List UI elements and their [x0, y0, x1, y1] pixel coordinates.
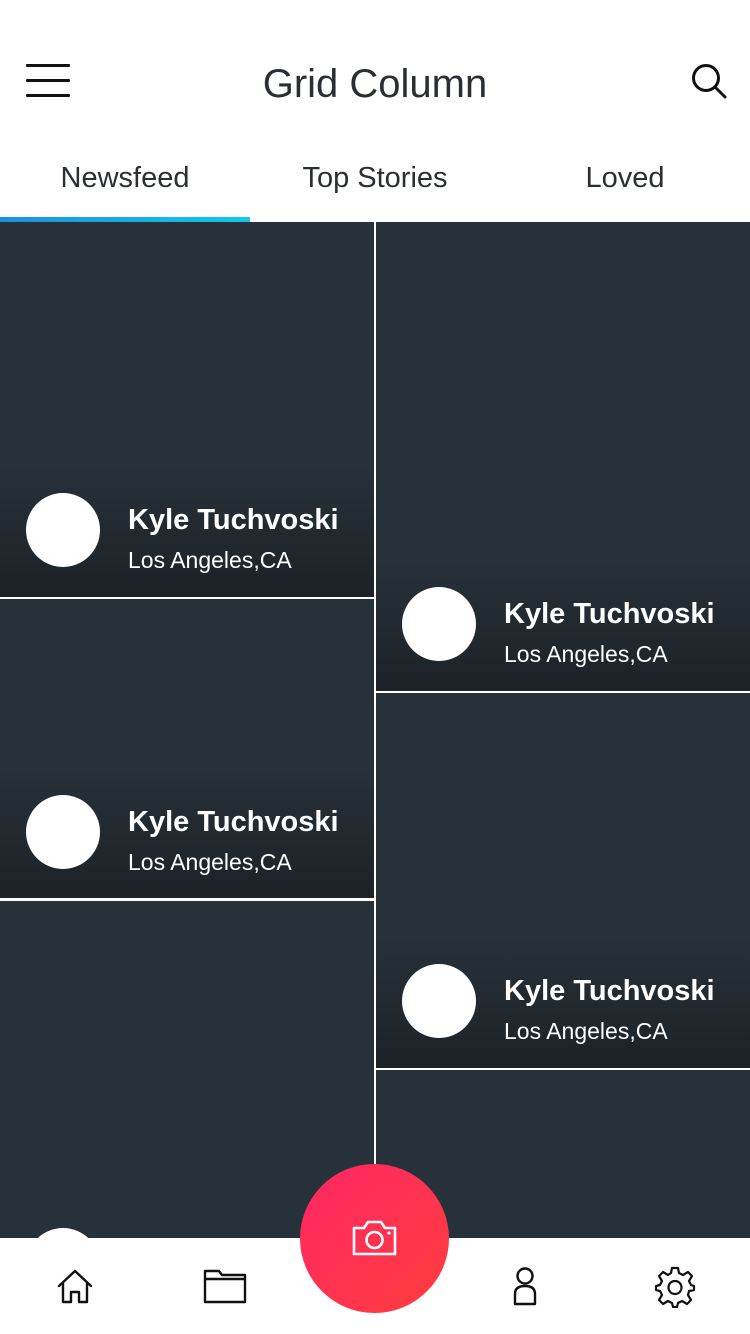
- home-icon[interactable]: [53, 1264, 97, 1308]
- settings-icon[interactable]: [653, 1264, 697, 1309]
- tab-loved[interactable]: Loved: [500, 140, 750, 222]
- avatar[interactable]: [26, 795, 100, 869]
- card-author-name: Kyle Tuchvoski: [128, 806, 339, 838]
- card-author-name: Kyle Tuchvoski: [128, 504, 339, 536]
- feed-card[interactable]: Kyle Tuchvoski Los Angeles,CA: [376, 222, 750, 691]
- folder-icon[interactable]: [203, 1264, 247, 1308]
- camera-icon: [352, 1220, 397, 1256]
- tab-newsfeed[interactable]: Newsfeed: [0, 140, 250, 222]
- avatar[interactable]: [402, 964, 476, 1038]
- card-location: Los Angeles,CA: [504, 641, 668, 667]
- camera-button[interactable]: [300, 1164, 449, 1313]
- card-author-name: Kyle Tuchvoski: [504, 975, 715, 1007]
- profile-icon[interactable]: [503, 1264, 547, 1308]
- feed-card[interactable]: Kyle Tuchvoski Los Angeles,CA: [0, 222, 374, 597]
- avatar[interactable]: [26, 493, 100, 567]
- tab-top-stories[interactable]: Top Stories: [250, 140, 500, 222]
- page-title: Grid Column: [262, 62, 488, 106]
- card-location: Los Angeles,CA: [128, 547, 292, 573]
- tab-bar: Newsfeed Top Stories Loved: [0, 140, 750, 222]
- card-location: Los Angeles,CA: [128, 849, 292, 875]
- card-author-name: Kyle Tuchvoski: [504, 598, 715, 630]
- avatar[interactable]: [402, 587, 476, 661]
- card-location: Los Angeles,CA: [504, 1018, 668, 1044]
- app-header: Grid Column: [0, 0, 750, 140]
- search-icon[interactable]: [690, 62, 728, 100]
- feed-card[interactable]: Kyle Tuchvoski Los Angeles,CA: [376, 693, 750, 1068]
- feed-card[interactable]: Kyle Tuchvoski Los Angeles,CA: [0, 599, 374, 898]
